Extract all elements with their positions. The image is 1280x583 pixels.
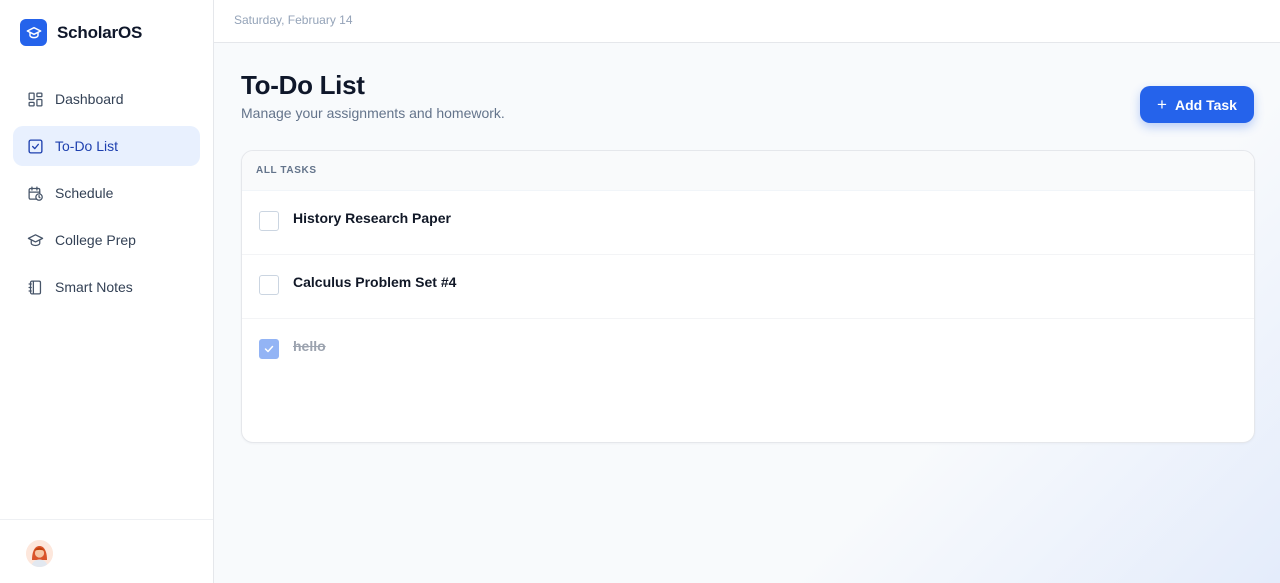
app-root: ScholarOS Dashboard To-Do List Schedule … [0,0,1280,583]
task-row: History Research Paper [242,191,1254,255]
main-content: Saturday, February 14 To-Do List Manage … [214,0,1280,583]
task-row: hello [242,319,1254,383]
task-checkbox[interactable] [259,275,279,295]
sidebar-item-label: Smart Notes [55,279,133,295]
app-name: ScholarOS [57,22,143,42]
page-subtitle: Manage your assignments and homework. [241,105,505,121]
sidebar-item-todo-list[interactable]: To-Do List [13,126,200,166]
task-list-header: ALL TASKS [242,151,1254,191]
sidebar-item-label: Schedule [55,185,114,201]
plus-icon: + [1157,94,1167,114]
calendar-clock-icon [27,185,44,202]
sidebar-item-label: Dashboard [55,91,124,107]
sidebar-item-schedule[interactable]: Schedule [13,173,200,213]
task-checkbox[interactable] [259,211,279,231]
checkmark-icon [263,343,275,355]
task-row: Calculus Problem Set #4 [242,255,1254,319]
graduation-cap-icon [20,19,47,46]
add-task-button[interactable]: + Add Task [1140,86,1254,123]
current-date: Saturday, February 14 [234,12,353,27]
task-list-card: ALL TASKS History Research Paper Calculu… [241,150,1255,443]
sidebar-item-label: To-Do List [55,138,119,154]
sidebar-footer [0,519,213,583]
task-title: Calculus Problem Set #4 [293,274,457,290]
task-title: hello [293,338,326,354]
notebook-icon [27,279,44,296]
graduation-cap-icon [27,232,44,249]
task-checkbox[interactable] [259,339,279,359]
avatar[interactable] [26,540,53,567]
topbar: Saturday, February 14 [214,0,1280,43]
brand[interactable]: ScholarOS [20,19,142,46]
checkbox-icon [27,138,44,155]
sidebar-item-college-prep[interactable]: College Prep [13,220,200,260]
sidebar-item-label: College Prep [55,232,136,248]
add-task-label: Add Task [1174,96,1237,113]
dashboard-icon [27,91,44,108]
sidebar-item-dashboard[interactable]: Dashboard [13,79,200,119]
page-title: To-Do List [241,70,365,100]
sidebar: ScholarOS Dashboard To-Do List Schedule … [0,0,214,583]
sidebar-nav: Dashboard To-Do List Schedule College Pr… [13,79,200,314]
task-title: History Research Paper [293,210,451,226]
sidebar-item-smart-notes[interactable]: Smart Notes [13,267,200,307]
